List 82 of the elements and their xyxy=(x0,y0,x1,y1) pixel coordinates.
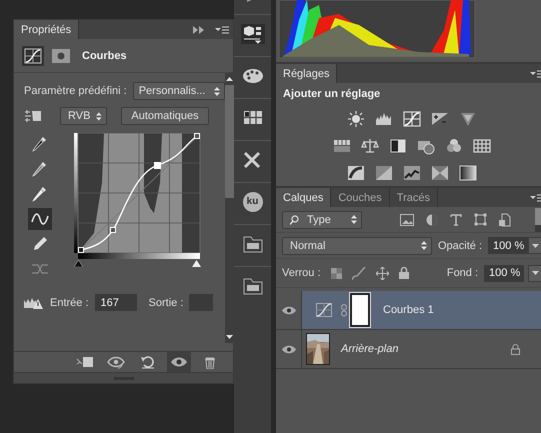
layer-name[interactable]: Courbes 1 xyxy=(383,304,434,316)
tool-curve-icon[interactable] xyxy=(28,208,52,230)
fill-dropdown-button[interactable] xyxy=(528,264,541,282)
updown-arrow-icon xyxy=(96,112,102,120)
smart-object-filter-icon[interactable] xyxy=(499,212,511,226)
move-icon[interactable] xyxy=(376,266,389,280)
mixer-icon[interactable] xyxy=(445,137,464,155)
gradient-map-icon[interactable] xyxy=(431,164,450,182)
adjustments-tab[interactable]: Réglages xyxy=(276,64,338,83)
input-label: Entrée : xyxy=(50,296,89,308)
brush-icon[interactable] xyxy=(352,266,366,280)
filter-toggle[interactable] xyxy=(535,208,541,232)
threshold-icon[interactable] xyxy=(403,164,422,182)
dock-badge[interactable]: ku xyxy=(234,182,271,220)
scroll-down-arrow-icon[interactable] xyxy=(226,335,234,339)
updown-arrow-icon xyxy=(214,86,220,96)
caret-icon xyxy=(532,271,540,275)
updown-arrow-icon xyxy=(351,215,357,224)
invert-icon[interactable] xyxy=(347,164,366,182)
adjustments-heading: Ajouter un réglage xyxy=(283,88,382,100)
panel-menu-icon[interactable] xyxy=(530,70,541,78)
properties-tab[interactable]: Propriétés xyxy=(14,20,80,39)
preset-label: Paramètre prédéfini : xyxy=(24,85,127,97)
fill-label: Fond : xyxy=(446,267,478,279)
channel-dropdown[interactable]: RVB xyxy=(60,107,107,125)
resize-grip[interactable] xyxy=(114,376,134,380)
output-label: Sortie : xyxy=(148,296,184,308)
opacity-label: Opacité : xyxy=(438,240,482,252)
vibrance-icon[interactable] xyxy=(459,110,478,128)
lock-label: Verrou : xyxy=(282,267,321,279)
layers-panel-tab[interactable]: Calques xyxy=(276,188,332,207)
clipping-warning-icon[interactable] xyxy=(24,296,44,310)
caret-icon xyxy=(532,244,540,248)
updown-arrow-icon xyxy=(421,241,427,250)
collapse-icon[interactable] xyxy=(193,26,205,34)
preset-dropdown[interactable]: Personnalis... xyxy=(132,82,225,100)
hsl-icon[interactable] xyxy=(333,137,352,155)
curves-icon[interactable] xyxy=(403,110,422,128)
layers-panel-tab[interactable]: Couches xyxy=(331,188,390,207)
auto-button[interactable]: Automatiques xyxy=(121,107,209,125)
opacity-dropdown-button[interactable] xyxy=(528,237,541,254)
panel-menu-icon[interactable] xyxy=(215,26,229,34)
exposure-icon[interactable] xyxy=(431,110,450,128)
shape-filter-icon[interactable] xyxy=(474,213,487,226)
lock-transparency-icon[interactable] xyxy=(330,268,342,278)
curves-icon[interactable] xyxy=(22,46,44,66)
layers-panel-tab[interactable]: Tracés xyxy=(390,188,438,207)
scrollbar[interactable] xyxy=(224,73,235,343)
bw-icon[interactable] xyxy=(389,137,408,155)
layer-row[interactable]: Arrière-plan xyxy=(276,330,541,369)
search-icon xyxy=(290,214,299,224)
adjustment-filter-icon[interactable] xyxy=(426,214,438,226)
brightness-icon[interactable] xyxy=(347,110,366,128)
visibility-eye-icon[interactable] xyxy=(282,344,296,354)
type-filter-icon[interactable] xyxy=(450,214,462,226)
layer-row[interactable]: Courbes 1 xyxy=(276,291,541,330)
filter-dropdown[interactable]: Type xyxy=(282,210,362,228)
visibility-icon[interactable] xyxy=(167,352,191,372)
fill-field[interactable]: 100 % xyxy=(484,264,524,282)
panel-menu-icon[interactable] xyxy=(530,194,541,202)
chain-link-icon[interactable] xyxy=(341,304,347,316)
visibility-eye-icon[interactable] xyxy=(282,306,296,314)
mask-icon[interactable] xyxy=(52,48,70,62)
lookup-icon[interactable] xyxy=(473,137,492,155)
opacity-field[interactable]: 100 % xyxy=(488,237,528,254)
image-filter-icon[interactable] xyxy=(400,214,414,226)
output-field[interactable] xyxy=(189,294,214,311)
control-point[interactable] xyxy=(78,247,84,253)
scroll-up-arrow-icon[interactable] xyxy=(226,77,234,81)
panel-title: Courbes xyxy=(82,50,127,62)
input-field[interactable]: 167 xyxy=(94,294,137,311)
layer-mask-thumbnail[interactable] xyxy=(350,293,370,327)
lock-icon[interactable] xyxy=(511,344,520,354)
blend-mode-dropdown[interactable]: Normal xyxy=(282,236,432,254)
lock-icon[interactable] xyxy=(398,267,409,279)
balance-icon[interactable] xyxy=(361,137,380,155)
layer-name[interactable]: Arrière-plan xyxy=(341,343,398,355)
control-point[interactable] xyxy=(194,133,200,139)
selective-icon[interactable] xyxy=(459,164,478,182)
curves-layer-icon xyxy=(316,303,332,317)
control-point[interactable] xyxy=(110,227,116,233)
posterize-icon[interactable] xyxy=(375,164,394,182)
